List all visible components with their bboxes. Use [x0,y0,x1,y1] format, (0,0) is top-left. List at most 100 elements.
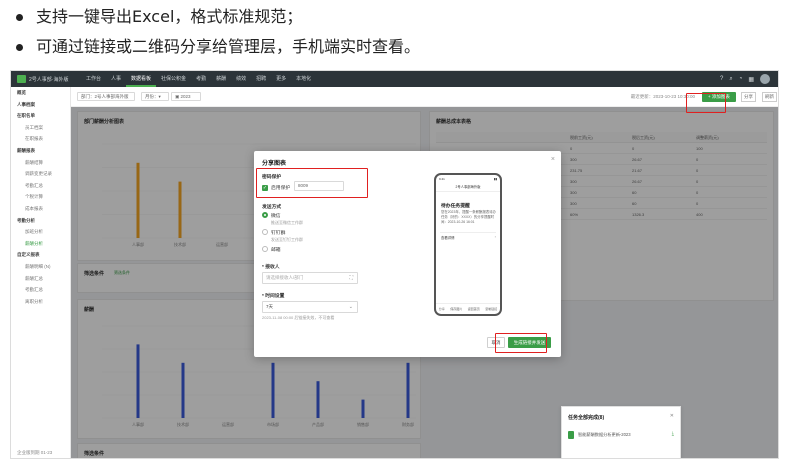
nav-item[interactable]: 本地化 [291,71,316,87]
help-icon[interactable]: ? [720,76,723,82]
phone-footer-item[interactable]: 保存图片 [450,304,462,314]
sidebar-item[interactable]: 薪酬汇总 [11,273,70,285]
last-updated: 最近更新：2023-10-23 10:30:00 [630,94,695,99]
user-add-icon[interactable]: ⛶ [349,273,353,283]
cancel-button[interactable]: 取消 [487,337,505,348]
bullet-text: 可通过链接或二维码分享给管理层，手机端实时查看。 [36,37,421,56]
add-chart-button[interactable]: + 添加图表 [702,92,736,102]
radio-label: 钉钉群 [271,231,286,236]
sidebar-list: 概览 人事档案 在职名单 员工档案 在职报表 薪酬报表 薪酬结算 调薪变更记录 考勤汇总 个税计算… [11,87,70,307]
phone-time: 9:41 [439,177,445,181]
radio-email[interactable]: 邮箱 [262,246,281,253]
share-button[interactable]: 分享 [741,92,756,102]
time-value: 7天 [266,304,274,309]
top-navigation-bar: 2号人事部·海外版 工作台 人事 数据看板 社保公积金 考勤 薪酬 绩效 招聘 … [11,71,778,87]
app-screenshot: 2号人事部·海外版 工作台 人事 数据看板 社保公积金 考勤 薪酬 绩效 招聘 … [10,70,779,459]
phone-footer-item[interactable]: 复制链接 [485,304,497,314]
phone-card-body: 您在2023年，提醒一条薪酬报表待办任务（好的：XXXX）的分享提醒时间：202… [441,210,497,224]
sidebar-item[interactable]: 薪酬明细 (N) [11,261,70,273]
download-task-panel: 任务全部完成(8) ✕ 智能薪酬数据分析更新-2023 ⤓ [561,406,681,458]
sidebar-item[interactable]: 考勤分析 [11,215,70,227]
brand[interactable]: 2号人事部·海外版 [17,75,68,83]
phone-view-details[interactable]: 查看详情 [441,235,455,240]
time-select[interactable]: 7天 ⌄ [262,301,358,313]
chevron-down-icon: ⌄ [348,304,353,310]
date-value: 2023 [180,94,191,99]
radio-unselected-icon [262,246,268,252]
excel-file-icon [568,431,574,439]
nav-item[interactable]: 考勤 [191,71,211,87]
send-method-label: 发送方式 [262,205,282,210]
nav-item[interactable]: 绩效 [231,71,251,87]
sidebar-item[interactable]: 自定义报表 [11,249,70,261]
filter-bar: 部门：2号人事部海外版 月份：▾ ▣ 2023 最近更新：2023-10-23 … [71,87,778,107]
refresh-button[interactable]: 刷新 [762,92,777,102]
sidebar-item[interactable]: 个税计算 [11,191,70,203]
chevron-right-icon: › [494,234,496,239]
phone-footer-item[interactable]: 返回首页 [468,304,480,314]
radio-unselected-icon [262,229,268,235]
sidebar-item[interactable]: 成本报表 [11,203,70,215]
nav-item[interactable]: 更多 [271,71,291,87]
sidebar-item[interactable]: 在职名单 [11,110,70,122]
nav-item[interactable]: 招聘 [251,71,271,87]
phone-header: 2号人事部海外版 [436,183,500,192]
nav-item[interactable]: 人事 [106,71,126,87]
sidebar-item[interactable]: 考勤汇总 [11,180,70,192]
radio-text: 微信 推送至微信工作群 [271,212,303,226]
avatar[interactable] [760,74,770,84]
month-filter[interactable]: 月份：▾ [141,92,169,101]
radio-desc: 推送至微信工作群 [271,220,303,225]
sidebar-item[interactable]: 概览 [11,87,70,99]
bullet-dot-icon [16,44,23,51]
grid-icon[interactable]: ▦ [748,76,754,83]
download-item[interactable]: 智能薪酬数据分析更新-2023 [568,431,631,439]
password-section-label: 密码保护 [262,175,282,180]
nav-item[interactable]: 薪酬 [211,71,231,87]
sidebar-item[interactable]: 人事档案 [11,99,70,111]
main-nav: 工作台 人事 数据看板 社保公积金 考勤 薪酬 绩效 招聘 更多 本地化 [81,71,316,87]
radio-wechat[interactable]: 微信 推送至微信工作群 [262,212,303,226]
download-icon[interactable]: ⤓ [672,431,674,437]
sidebar-item[interactable]: 调薪变更记录 [11,168,70,180]
radio-dingtalk[interactable]: 钉钉群 发送至钉钉工作群 [262,229,303,243]
sidebar: 概览 人事档案 在职名单 员工档案 在职报表 薪酬报表 薪酬结算 调薪变更记录 考勤汇总 个税计算… [11,87,71,458]
recipient-placeholder: 请选择接收人/部门 [266,275,304,280]
dept-filter[interactable]: 部门：2号人事部海外版 [77,92,135,101]
collapse-icon[interactable]: ✕ [670,413,674,419]
sidebar-item[interactable]: 员工档案 [11,122,70,134]
sidebar-item[interactable]: 薪酬结算 [11,157,70,169]
radio-label: 微信 [271,214,281,219]
phone-footer-item[interactable]: 分享 [439,304,445,314]
nav-item[interactable]: 工作台 [81,71,106,87]
bell-icon[interactable]: ◔ [739,76,743,82]
password-checkbox[interactable]: ✓ 启用保护 [262,184,290,191]
sidebar-item[interactable]: 加班分析 [11,226,70,238]
recipient-input[interactable]: 请选择接收人/部门 ⛶ [262,272,358,284]
sidebar-item[interactable]: 在职报表 [11,133,70,145]
sidebar-footer: 企业版到期 01-23 [17,450,53,455]
search-icon[interactable]: ⌕ [729,76,732,83]
sidebar-item[interactable]: 薪酬分析 [11,238,70,250]
radio-desc: 发送至钉钉工作群 [271,237,303,242]
phone-footer: 分享 保存图片 返回首页 复制链接 [436,303,500,314]
divider [440,232,496,233]
bullet-list: 支持一键导出Excel，格式标准规范； 可通过链接或二维码分享给管理层，手机端实… [10,2,790,62]
bullet-item: 支持一键导出Excel，格式标准规范； [10,2,790,32]
password-field[interactable]: 8009 [294,181,344,191]
topbar-right: ? ⌕ ◔ ▦ [720,74,770,84]
sidebar-item[interactable]: 离职分析 [11,296,70,308]
nav-item[interactable]: 社保公积金 [156,71,191,87]
sidebar-item[interactable]: 考勤汇总 [11,284,70,296]
sidebar-item[interactable]: 薪酬报表 [11,145,70,157]
download-file-name: 智能薪酬数据分析更新-2023 [578,432,631,437]
radio-selected-icon [262,212,268,218]
bullet-text: 支持一键导出Excel，格式标准规范； [36,7,303,26]
bullet-item: 可通过链接或二维码分享给管理层，手机端实时查看。 [10,32,790,62]
close-icon[interactable]: × [551,156,555,163]
date-filter[interactable]: ▣ 2023 [171,92,201,101]
generate-link-button[interactable]: 生成链接并发送 [508,337,551,348]
time-setting-label: * 时间设置 [262,294,285,299]
nav-item-active[interactable]: 数据看板 [126,71,157,87]
bullet-dot-icon [16,14,23,21]
